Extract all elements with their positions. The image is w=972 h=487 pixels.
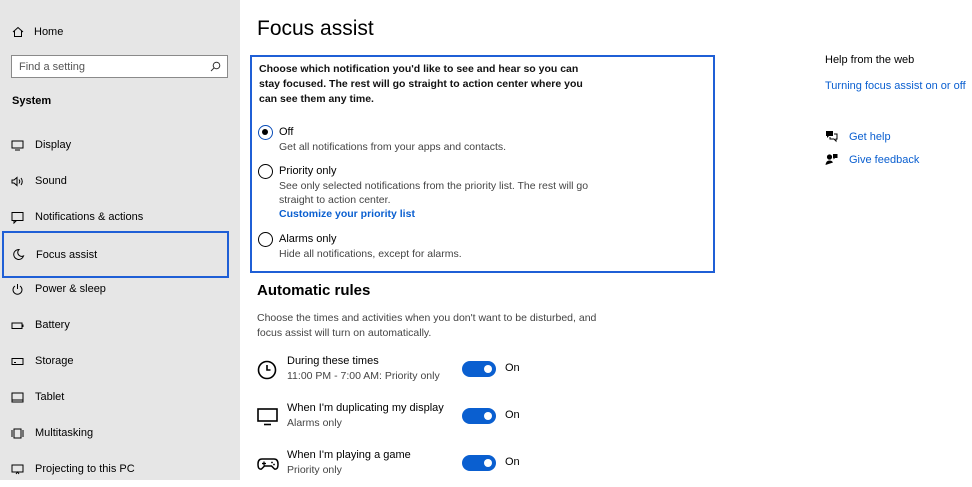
rule-title: When I'm duplicating my display (287, 402, 444, 414)
home-icon (12, 26, 24, 37)
sidebar-item-storage[interactable]: Storage (0, 343, 240, 379)
sidebar-item-label: Notifications & actions (35, 211, 144, 223)
tablet-icon (11, 392, 24, 402)
toggle-state-label: On (505, 456, 520, 468)
get-help-link[interactable]: Get help (825, 130, 891, 143)
focus-intro-text: Choose which notification you'd like to … (259, 63, 583, 105)
radio-alarms-only[interactable] (258, 232, 273, 247)
sidebar-item-label: Tablet (35, 391, 65, 403)
rule-during-times[interactable]: During these times 11:00 PM - 7:00 AM: P… (257, 354, 587, 386)
rule-toggle-duplicating-display[interactable] (462, 408, 496, 424)
sidebar-item-projecting[interactable]: Projecting to this PC (0, 451, 240, 487)
customize-priority-link[interactable]: Customize your priority list (279, 207, 599, 221)
radio-off[interactable] (258, 125, 273, 140)
battery-icon (11, 322, 24, 329)
rule-subtitle: Alarms only (287, 417, 342, 429)
get-help-label: Get help (849, 130, 891, 143)
option-alarms-label: Alarms only (279, 233, 337, 245)
sidebar-item-label: Display (35, 139, 72, 151)
option-off-label: Off (279, 126, 294, 138)
search-placeholder: Find a setting (19, 60, 86, 73)
storage-icon (11, 357, 24, 365)
rule-title: When I'm playing a game (287, 449, 411, 461)
option-priority-description: See only selected notifications from the… (279, 180, 589, 206)
focus-mode-options: Choose which notification you'd like to … (250, 55, 715, 273)
option-priority-only[interactable]: Priority only See only selected notifica… (258, 163, 599, 221)
sidebar-item-power-sleep[interactable]: Power & sleep (0, 271, 240, 307)
sidebar: Home Find a setting System Display Sound… (0, 0, 240, 480)
notifications-icon (11, 211, 24, 224)
option-off[interactable]: Off Get all notifications from your apps… (258, 124, 599, 154)
sidebar-item-sound[interactable]: Sound (0, 163, 240, 199)
option-off-description: Get all notifications from your apps and… (279, 141, 507, 153)
help-from-web-heading: Help from the web (825, 54, 915, 66)
search-icon (210, 61, 221, 72)
sidebar-item-multitasking[interactable]: Multitasking (0, 415, 240, 451)
sidebar-item-tablet[interactable]: Tablet (0, 379, 240, 415)
sidebar-item-label: Power & sleep (35, 283, 106, 295)
get-help-icon (826, 131, 838, 143)
sound-icon (11, 175, 23, 187)
search-input[interactable]: Find a setting (11, 55, 228, 78)
sidebar-item-label: Battery (35, 319, 70, 331)
sidebar-item-label: Storage (35, 355, 74, 367)
give-feedback-label: Give feedback (849, 153, 920, 166)
gamepad-icon (257, 458, 279, 470)
give-feedback-link[interactable]: Give feedback (825, 153, 919, 166)
moon-icon (13, 248, 25, 260)
sidebar-item-label: Focus assist (36, 248, 98, 261)
monitor-icon (257, 408, 278, 426)
power-icon (12, 283, 23, 295)
clock-icon (257, 360, 277, 380)
rule-toggle-during-times[interactable] (462, 361, 496, 377)
option-alarms-only[interactable]: Alarms only Hide all notifications, exce… (258, 231, 599, 261)
rule-toggle-playing-game[interactable] (462, 455, 496, 471)
option-alarms-description: Hide all notifications, except for alarm… (279, 248, 462, 260)
automatic-rules-heading: Automatic rules (257, 282, 371, 299)
projecting-icon (11, 464, 24, 474)
sidebar-item-display[interactable]: Display (0, 127, 240, 163)
rule-playing-game[interactable]: When I'm playing a game Priority only On (257, 448, 587, 480)
rule-subtitle: 11:00 PM - 7:00 AM: Priority only (287, 370, 440, 382)
radio-priority-only[interactable] (258, 164, 273, 179)
toggle-state-label: On (505, 362, 520, 374)
sidebar-item-label: Sound (35, 175, 67, 187)
sidebar-item-label: Multitasking (35, 427, 94, 439)
section-heading-system: System (12, 95, 52, 107)
automatic-rules-description: Choose the times and activities when you… (257, 312, 597, 339)
page-title: Focus assist (257, 17, 374, 40)
home-link[interactable]: Home (12, 22, 63, 42)
focus-assist-help-link[interactable]: Turning focus assist on or off (825, 80, 966, 92)
rule-duplicating-display[interactable]: When I'm duplicating my display Alarms o… (257, 401, 587, 433)
multitasking-icon (11, 428, 24, 438)
rule-subtitle: Priority only (287, 464, 342, 476)
sidebar-item-battery[interactable]: Battery (0, 307, 240, 343)
sidebar-item-notifications[interactable]: Notifications & actions (0, 199, 240, 235)
home-label: Home (34, 26, 64, 38)
rule-title: During these times (287, 355, 379, 367)
toggle-state-label: On (505, 409, 520, 421)
feedback-icon (825, 154, 838, 165)
display-icon (11, 140, 24, 150)
option-priority-label: Priority only (279, 165, 337, 177)
sidebar-item-label: Projecting to this PC (35, 463, 135, 475)
